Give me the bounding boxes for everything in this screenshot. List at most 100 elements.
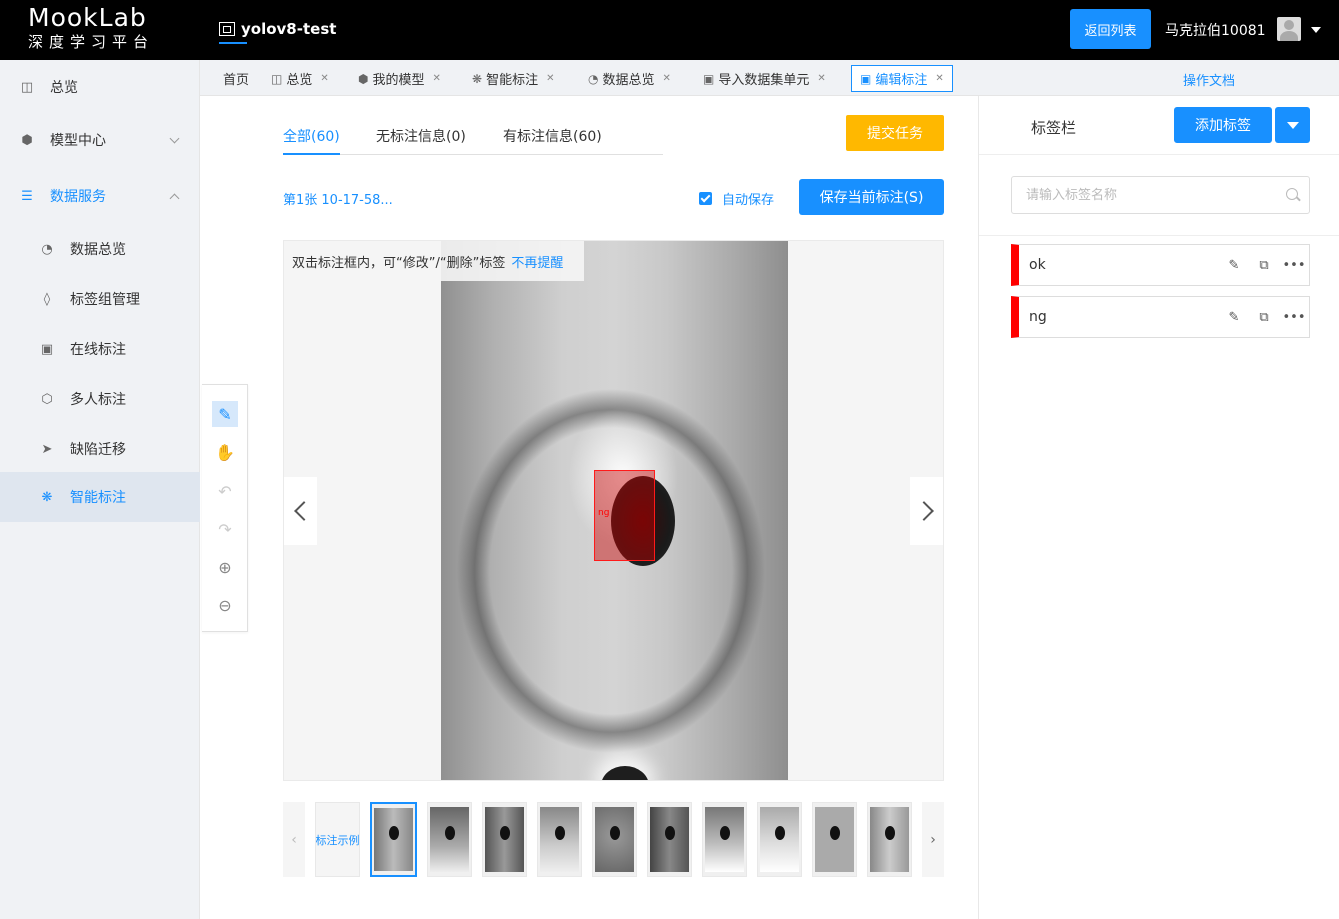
- thumbnail-3[interactable]: [482, 802, 527, 877]
- close-icon[interactable]: ✕: [546, 73, 554, 84]
- tab-my-models[interactable]: ⬢ 我的模型 ✕: [358, 65, 441, 92]
- autosave-checkbox[interactable]: [699, 192, 712, 205]
- scan-icon: ▣: [703, 71, 715, 86]
- annotation-canvas[interactable]: ng 双击标注框内，可“修改”/“删除”标签 不再提醒: [283, 240, 944, 781]
- thumbnail-5[interactable]: [592, 802, 637, 877]
- edit-icon[interactable]: ✎: [1219, 310, 1249, 325]
- sidebar-item-online-annotation[interactable]: ▣ 在线标注: [0, 324, 200, 374]
- thumbnail-10[interactable]: [867, 802, 912, 877]
- save-annotation-button[interactable]: 保存当前标注(S): [799, 179, 944, 215]
- sidebar-item-data-service[interactable]: ☰ 数据服务: [0, 171, 200, 221]
- thumbnail-1[interactable]: [370, 802, 417, 877]
- more-icon[interactable]: •••: [1279, 258, 1309, 273]
- back-to-list-button[interactable]: 返回列表: [1070, 9, 1151, 49]
- tab-label: 导入数据集单元: [718, 73, 810, 88]
- project-title: yolov8-test: [219, 20, 336, 38]
- search-icon[interactable]: [1286, 188, 1298, 200]
- zoom-in-icon: ⊕: [218, 557, 232, 577]
- divider: [979, 235, 1339, 236]
- sidebar-item-overview[interactable]: ◫ 总览: [0, 62, 200, 112]
- thumbnail-9[interactable]: [812, 802, 857, 877]
- sidebar-item-multi-annotation[interactable]: ⬡ 多人标注: [0, 374, 200, 424]
- sidebar-item-label: 缺陷迁移: [70, 442, 126, 458]
- tab-home[interactable]: 首页: [223, 65, 249, 92]
- tag-icon: ◊: [43, 291, 51, 307]
- chevron-up-icon: [169, 193, 180, 204]
- logo-main: MookLab: [28, 3, 147, 32]
- tab-label: 编辑标注: [875, 73, 928, 88]
- close-icon[interactable]: ✕: [935, 73, 943, 84]
- zoom-out-button[interactable]: ⊖: [212, 592, 238, 618]
- thumbs-prev-button[interactable]: ‹: [283, 802, 305, 877]
- sidebar-item-tag-group[interactable]: ◊ 标签组管理: [0, 274, 200, 324]
- project-name: yolov8-test: [241, 20, 337, 38]
- thumbnail-4[interactable]: [537, 802, 582, 877]
- sidebar-item-label: 在线标注: [70, 342, 126, 358]
- filter-labeled[interactable]: 有标注信息(60): [503, 126, 602, 155]
- next-image-button[interactable]: [910, 477, 943, 545]
- example-thumbnail[interactable]: 标注示例: [315, 802, 360, 877]
- prev-image-button[interactable]: [284, 477, 317, 545]
- tab-bar: 首页 ◫ 总览 ✕ ⬢ 我的模型 ✕ ❋ 智能标注 ✕ ◔ 数据总览 ✕ ▣ 导…: [200, 60, 978, 96]
- thumbnail-image: [705, 807, 744, 872]
- sidebar-item-model-center[interactable]: ⬢ 模型中心: [0, 115, 200, 165]
- close-icon[interactable]: ✕: [817, 73, 825, 84]
- close-icon[interactable]: ✕: [663, 73, 671, 84]
- add-label-dropdown-button[interactable]: [1275, 107, 1310, 143]
- user-menu-caret-icon[interactable]: [1311, 27, 1321, 33]
- tab-smart-annotation[interactable]: ❋ 智能标注 ✕: [472, 65, 554, 92]
- tab-edit-annotation[interactable]: ▣ 编辑标注 ✕: [851, 65, 953, 92]
- example-thumbnail-label: 标注示例: [315, 833, 360, 847]
- edit-box-icon: ✎: [218, 404, 232, 424]
- pan-tool[interactable]: ✋: [212, 439, 238, 465]
- logo[interactable]: MookLab 深度学习平台: [28, 4, 178, 52]
- dismiss-hint-link[interactable]: 不再提醒: [511, 252, 563, 271]
- cube-icon: ⬢: [358, 71, 369, 86]
- sidebar-item-label: 模型中心: [50, 133, 106, 149]
- overview-icon: ◫: [271, 71, 283, 86]
- avatar[interactable]: [1277, 17, 1301, 41]
- autosave-toggle[interactable]: 自动保存: [699, 189, 774, 208]
- label-item-ok[interactable]: ok ✎ ⧉ •••: [1011, 244, 1310, 286]
- add-label-button[interactable]: 添加标签: [1174, 107, 1272, 143]
- thumbnail-6[interactable]: [647, 802, 692, 877]
- sidebar-item-label: 标签组管理: [70, 292, 140, 308]
- copy-icon[interactable]: ⧉: [1249, 310, 1279, 325]
- close-icon[interactable]: ✕: [433, 73, 441, 84]
- chevron-left-icon: [293, 501, 314, 521]
- label-search-input[interactable]: [1011, 176, 1310, 214]
- username[interactable]: 马克拉伯10081: [1165, 20, 1266, 40]
- chevron-right-icon: ›: [930, 831, 936, 848]
- close-icon[interactable]: ✕: [320, 73, 328, 84]
- autosave-label: 自动保存: [722, 193, 775, 208]
- thumbs-next-button[interactable]: ›: [922, 802, 944, 877]
- thumbnail-image: [540, 807, 579, 872]
- undo-button[interactable]: ↶: [212, 478, 238, 504]
- tab-label: 智能标注: [486, 73, 539, 88]
- sidebar-item-defect-transfer[interactable]: ➤ 缺陷迁移: [0, 424, 200, 474]
- redo-button[interactable]: ↷: [212, 516, 238, 542]
- tab-label: 首页: [223, 73, 250, 88]
- aperture-icon: ❋: [472, 71, 483, 86]
- draw-box-tool[interactable]: ✎: [212, 401, 238, 427]
- sidebar: ◫ 总览 ⬢ 模型中心 ☰ 数据服务 ◔ 数据总览 ◊ 标签组管理 ▣ 在线标注…: [0, 60, 200, 919]
- filter-all[interactable]: 全部(60): [283, 126, 340, 155]
- thumbnail-2[interactable]: [427, 802, 472, 877]
- tab-overview[interactable]: ◫ 总览 ✕: [271, 65, 329, 92]
- submit-task-button[interactable]: 提交任务: [846, 115, 944, 151]
- edit-icon[interactable]: ✎: [1219, 258, 1249, 273]
- thumbnail-8[interactable]: [757, 802, 802, 877]
- copy-icon[interactable]: ⧉: [1249, 258, 1279, 273]
- top-bar: MookLab 深度学习平台 yolov8-test 返回列表 马克拉伯1008…: [0, 0, 1339, 60]
- label-item-ng[interactable]: ng ✎ ⧉ •••: [1011, 296, 1310, 338]
- more-icon[interactable]: •••: [1279, 310, 1309, 325]
- sidebar-item-data-overview[interactable]: ◔ 数据总览: [0, 224, 200, 274]
- thumbnail-7[interactable]: [702, 802, 747, 877]
- tab-data-overview[interactable]: ◔ 数据总览 ✕: [588, 65, 671, 92]
- tab-import-dataset[interactable]: ▣ 导入数据集单元 ✕: [703, 65, 826, 92]
- filter-unlabeled[interactable]: 无标注信息(0): [376, 126, 466, 155]
- bounding-box[interactable]: ng: [594, 470, 655, 561]
- docs-link[interactable]: 操作文档: [1183, 70, 1235, 89]
- zoom-in-button[interactable]: ⊕: [212, 554, 238, 580]
- sidebar-item-smart-annotation[interactable]: ❋ 智能标注: [0, 472, 200, 522]
